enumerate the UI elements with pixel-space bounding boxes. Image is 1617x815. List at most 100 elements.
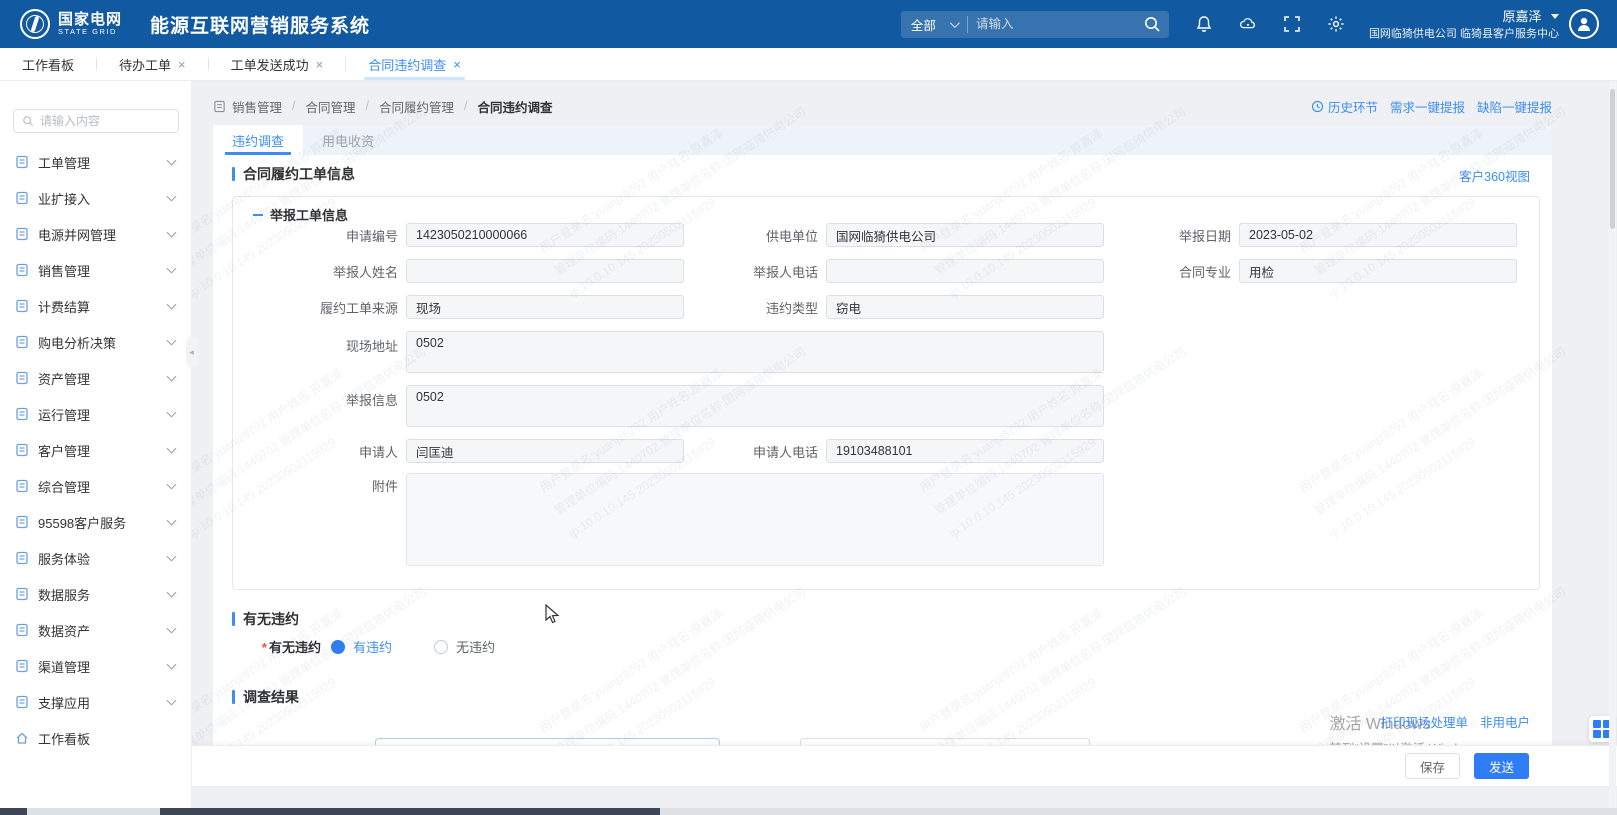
chevron-down-icon [1551, 14, 1559, 19]
sidebar-item-workboard[interactable]: 工作看板 [0, 720, 191, 756]
group-title-report-order[interactable]: 举报工单信息 [253, 205, 348, 224]
attachment-area[interactable] [406, 473, 1104, 566]
horizontal-scrollbar[interactable] [0, 808, 1617, 815]
sidebar-item-shujuzichan[interactable]: 数据资产 [0, 612, 191, 648]
user-menu[interactable]: 原嘉泽 国网临猗供电公司 临猗县客户服务中心 [1369, 6, 1559, 42]
sidebar-item-zichan[interactable]: 资产管理 [0, 360, 191, 396]
tab-contract-violation-survey[interactable]: 合同违约调查 × [346, 48, 483, 80]
main-content: 用户登录名:yuanjz8792 用户姓名:原嘉泽管理单位编码:1440702 … [192, 81, 1617, 808]
breadcrumb-item[interactable]: 合同履约管理 [379, 97, 454, 116]
tab-label: 工作看板 [22, 55, 74, 74]
collapse-minus-icon[interactable] [253, 210, 263, 220]
sidebar-item-gongdan[interactable]: 工单管理 [0, 144, 191, 180]
sidebar-item-jifei[interactable]: 计费结算 [0, 288, 191, 324]
contract-specialty-field[interactable]: 用检 [1239, 259, 1517, 283]
reporter-name-field[interactable] [406, 259, 684, 283]
field-label: 现场地址 [233, 336, 406, 355]
breadcrumb-item[interactable]: 销售管理 [232, 97, 282, 116]
applicant-field[interactable]: 闫匡迪 [406, 439, 684, 463]
order-source-field[interactable]: 现场 [406, 295, 684, 319]
supply-unit-field[interactable]: 国网临猗供电公司 [826, 223, 1104, 247]
sidebar-item-label: 资产管理 [38, 369, 168, 388]
bell-icon[interactable] [1195, 15, 1213, 33]
report-date-field[interactable]: 2023-05-02 [1239, 223, 1517, 247]
tab-workboard[interactable]: 工作看板 [0, 48, 96, 80]
close-icon[interactable]: × [453, 57, 461, 72]
customer-360-link[interactable]: 客户360视图 [1459, 166, 1530, 185]
tab-power-data-collection[interactable]: 用电收资 [303, 125, 393, 155]
page-tabs: 违约调查 用电收资 [213, 125, 1552, 155]
chevron-down-icon [167, 552, 177, 562]
violation-type-field[interactable]: 窃电 [826, 295, 1104, 319]
sidebar-item-label: 数据服务 [38, 585, 168, 604]
quick-links: 历史环节 需求一键提报 缺陷一键提报 [1311, 97, 1552, 116]
section-title-order-info: 合同履约工单信息 [232, 164, 355, 184]
sidebar-item-95598[interactable]: 95598客户服务 [0, 504, 191, 540]
violation-label: 有无违约 [269, 640, 321, 655]
sidebar-item-qudao[interactable]: 渠道管理 [0, 648, 191, 684]
site-address-field[interactable]: 0502 [406, 331, 1104, 373]
document-icon [15, 155, 29, 169]
sidebar: 工单管理 业扩接入 电源并网管理 销售管理 计费结算 购电分析决策 资产管理 运… [0, 81, 192, 808]
radio-has-violation[interactable]: 有违约 [331, 637, 392, 656]
vertical-scrollbar[interactable] [1609, 81, 1616, 808]
document-icon [15, 515, 29, 529]
sidebar-item-zonghe[interactable]: 综合管理 [0, 468, 191, 504]
section-title-violation: 有无违约 [232, 609, 299, 629]
global-search-input[interactable] [968, 11, 1143, 38]
sidebar-item-dianyuan[interactable]: 电源并网管理 [0, 216, 191, 252]
chevron-down-icon [167, 588, 177, 598]
document-icon [15, 335, 29, 349]
sidebar-item-yunxing[interactable]: 运行管理 [0, 396, 191, 432]
chevron-down-icon [167, 444, 177, 454]
defect-report-link[interactable]: 缺陷一键提报 [1477, 97, 1552, 116]
cloud-icon[interactable] [1239, 15, 1257, 33]
report-info-field[interactable]: 0502 [406, 385, 1104, 427]
breadcrumb-item[interactable]: 合同管理 [306, 97, 356, 116]
tab-order-sent[interactable]: 工单发送成功 × [209, 48, 346, 80]
sidebar-item-label: 综合管理 [38, 477, 168, 496]
search-scope-select[interactable]: 全部 [901, 11, 967, 38]
document-icon [15, 227, 29, 241]
radio-selected-icon [331, 640, 345, 654]
non-power-user-link[interactable]: 非用电户 [1480, 712, 1530, 731]
sidebar-item-label: 购电分析决策 [38, 333, 168, 352]
sidebar-item-fuwu[interactable]: 服务体验 [0, 540, 191, 576]
close-icon[interactable]: × [178, 57, 186, 72]
chevron-down-icon [167, 660, 177, 670]
radio-no-violation[interactable]: 无违约 [434, 637, 495, 656]
demand-report-link[interactable]: 需求一键提报 [1390, 97, 1465, 116]
save-button[interactable]: 保存 [1405, 753, 1460, 779]
tab-violation-survey[interactable]: 违约调查 [213, 125, 303, 155]
sidebar-collapse-handle[interactable]: ◂ [186, 337, 197, 367]
sidebar-item-kehu[interactable]: 客户管理 [0, 432, 191, 468]
sidebar-item-label: 支撑应用 [38, 693, 168, 712]
fullscreen-icon[interactable] [1283, 15, 1301, 33]
document-icon [15, 407, 29, 421]
close-icon[interactable]: × [316, 57, 324, 72]
sidebar-search-input[interactable] [40, 114, 160, 128]
print-site-order-link[interactable]: 打印现场处理单 [1380, 712, 1468, 731]
field-label: 附件 [233, 476, 406, 495]
gear-icon[interactable] [1327, 15, 1345, 33]
search-icon[interactable] [1143, 15, 1161, 33]
field-label: 违约类型 [684, 298, 826, 317]
apply-number-field[interactable]: 1423050210000066 [406, 223, 684, 247]
radio-unselected-icon [434, 640, 448, 654]
send-button[interactable]: 发送 [1474, 753, 1529, 779]
tab-todo-orders[interactable]: 待办工单 × [97, 48, 208, 80]
history-link[interactable]: 历史环节 [1311, 97, 1378, 116]
reporter-phone-field[interactable] [826, 259, 1104, 283]
clock-icon [1311, 100, 1324, 113]
sidebar-item-goudian[interactable]: 购电分析决策 [0, 324, 191, 360]
sidebar-item-shujufuwu[interactable]: 数据服务 [0, 576, 191, 612]
avatar[interactable] [1569, 9, 1599, 39]
sidebar-item-label: 渠道管理 [38, 657, 168, 676]
sidebar-item-xiaoshou[interactable]: 销售管理 [0, 252, 191, 288]
tab-label: 合同违约调查 [368, 55, 446, 74]
sidebar-item-zhicheng[interactable]: 支撑应用 [0, 684, 191, 720]
applicant-phone-field[interactable]: 19103488101 [826, 439, 1104, 463]
state-grid-emblem-icon [20, 9, 50, 39]
sidebar-item-yekuo[interactable]: 业扩接入 [0, 180, 191, 216]
chevron-down-icon [167, 480, 177, 490]
